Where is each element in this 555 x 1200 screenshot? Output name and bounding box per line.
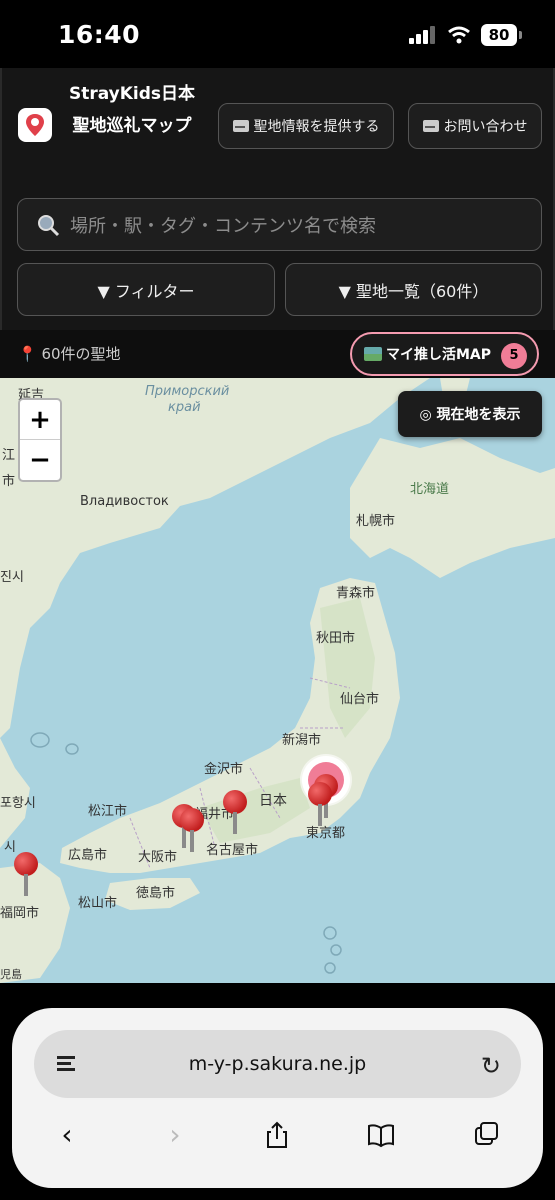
map-label: 新潟市: [282, 733, 322, 748]
app-title: StrayKids日本聖地巡礼マップ: [68, 84, 196, 136]
tabs-icon[interactable]: [472, 1120, 502, 1150]
map-label: 名古屋市: [206, 843, 259, 858]
map-label: 松江市: [88, 804, 128, 819]
zoom-control: + −: [18, 398, 62, 482]
pin-icon: 📍: [18, 345, 37, 363]
spot-count-label: 60件の聖地: [41, 345, 121, 363]
map-marker[interactable]: [223, 790, 247, 836]
url-bar[interactable]: m-y-p.sakura.ne.jp ↻: [34, 1030, 521, 1098]
map-label: Приморский: [145, 384, 230, 399]
map-label: 金沢市: [204, 762, 244, 777]
map-label: 徳島市: [136, 886, 176, 901]
bookmarks-icon[interactable]: [366, 1120, 396, 1150]
map-label: 青森市: [336, 586, 376, 601]
wifi-icon: [448, 26, 470, 44]
contact-button[interactable]: お問い合わせ: [408, 103, 542, 149]
search-icon: [38, 214, 60, 236]
status-time: 16:40: [58, 20, 141, 49]
map-label: 北海道: [410, 482, 450, 497]
map-marker[interactable]: [180, 808, 204, 854]
filter-button[interactable]: ▼ フィルター: [17, 263, 275, 316]
map-label: 児島: [0, 968, 22, 981]
my-map-button[interactable]: マイ推し活MAP 5: [350, 332, 539, 376]
status-bar: 16:40 80: [0, 0, 555, 68]
provide-info-label: 聖地情報を提供する: [253, 119, 380, 135]
envelope-icon: [232, 120, 249, 132]
map-label: 松山市: [78, 896, 118, 911]
zoom-in-button[interactable]: +: [20, 400, 60, 440]
url-text: m-y-p.sakura.ne.jp: [188, 1053, 367, 1075]
map-label: 포항시: [0, 796, 36, 811]
page-menu-icon[interactable]: [56, 1054, 78, 1074]
count-bar: 📍 60件の聖地 マイ推し活MAP 5: [0, 330, 555, 378]
map-label: 江: [2, 448, 16, 463]
spot-count: 📍 60件の聖地: [18, 343, 121, 364]
envelope-icon: [422, 120, 439, 132]
map-label: 市: [2, 474, 16, 489]
show-current-location-button[interactable]: ◎ 現在地を表示: [398, 391, 542, 437]
map-label: 福岡市: [0, 906, 40, 921]
status-icons: 80: [409, 24, 522, 46]
map-view[interactable]: 延吉 Приморский край 江 市 Владивосток 北海道 札…: [0, 378, 555, 983]
map-label: край: [168, 400, 201, 415]
map-pin-logo-icon: [26, 114, 44, 136]
browser-toolbar: m-y-p.sakura.ne.jp ↻ ‹ ›: [12, 1008, 543, 1188]
map-label: Владивосток: [80, 494, 169, 509]
back-icon[interactable]: ‹: [52, 1120, 82, 1150]
map-label: 秋田市: [316, 631, 356, 646]
map-marker[interactable]: [308, 782, 332, 828]
provide-info-button[interactable]: 聖地情報を提供する: [218, 103, 394, 149]
battery-indicator: 80: [481, 24, 522, 46]
app-header: StrayKids日本聖地巡礼マップ 聖地情報を提供する お問い合わせ: [0, 68, 555, 185]
spot-list-button[interactable]: ▼ 聖地一覧（60件）: [285, 263, 542, 316]
my-map-label: マイ推し活MAP: [386, 347, 492, 363]
reload-icon[interactable]: ↻: [481, 1052, 501, 1080]
map-label: 仙台市: [340, 692, 380, 707]
app-logo[interactable]: [18, 108, 52, 142]
map-label: 진시: [0, 570, 24, 585]
map-label: 広島市: [68, 848, 108, 863]
map-label: 日本: [259, 793, 287, 809]
search-placeholder: 場所・駅・タグ・コンテンツ名で検索: [70, 215, 376, 237]
map-label: 札幌市: [356, 514, 396, 529]
my-map-count-badge: 5: [501, 343, 527, 369]
contact-label: お問い合わせ: [443, 119, 528, 135]
search-area: 場所・駅・タグ・コンテンツ名で検索 ▼ フィルター ▼ 聖地一覧（60件）: [0, 185, 555, 330]
map-icon: [364, 347, 382, 361]
signal-icon: [409, 26, 435, 44]
search-input[interactable]: 場所・駅・タグ・コンテンツ名で検索: [17, 198, 542, 251]
map-marker[interactable]: [14, 852, 38, 898]
zoom-out-button[interactable]: −: [20, 440, 60, 480]
share-icon[interactable]: [262, 1120, 292, 1150]
forward-icon[interactable]: ›: [160, 1120, 190, 1150]
